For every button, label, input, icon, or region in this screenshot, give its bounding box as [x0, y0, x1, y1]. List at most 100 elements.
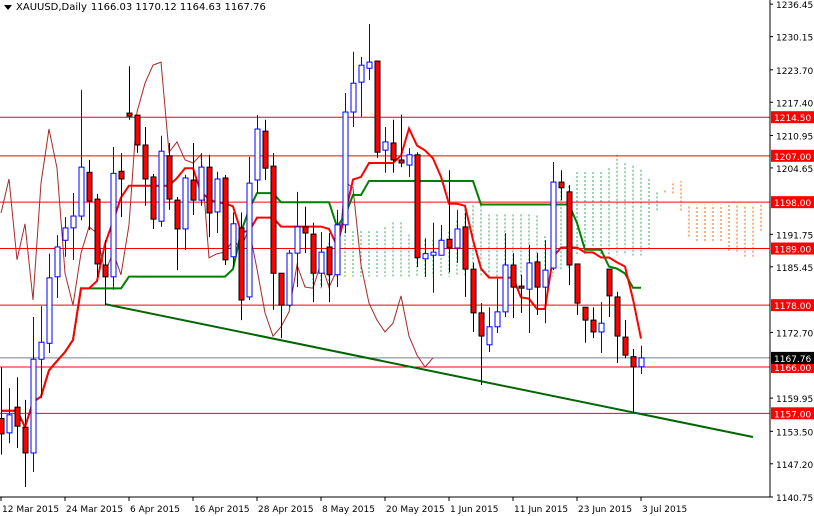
x-tick-label: 3 Jul 2015 — [642, 505, 687, 515]
bear-candle — [470, 268, 477, 314]
x-tick-label: 12 Mar 2015 — [2, 505, 59, 515]
bear-candle — [118, 170, 125, 180]
y-tick-label: 1185.45 — [776, 264, 813, 274]
bull-candle — [70, 215, 77, 229]
bear-candle — [190, 179, 197, 201]
bull-candle — [486, 326, 493, 346]
bear-candle — [174, 199, 181, 230]
price-chart[interactable]: 1214.50 1207.00 1198.00 1189.00 1178.00 1166.… — [0, 0, 814, 516]
x-tick-label: 24 Mar 2015 — [66, 505, 123, 515]
bull-candle — [62, 227, 69, 241]
bull-candle — [502, 264, 509, 313]
bear-candle — [510, 264, 517, 288]
level-label: 1207.00 — [774, 153, 811, 163]
bull-candle — [342, 111, 349, 226]
dropdown-triangle-icon[interactable] — [4, 5, 12, 10]
x-tick-label: 8 May 2015 — [322, 505, 375, 515]
bear-candle — [310, 233, 317, 274]
current-price-label: 1167.76 — [774, 355, 811, 365]
bear-candle — [166, 155, 173, 200]
bear-candle — [606, 268, 613, 297]
y-tick-label: 1159.95 — [776, 395, 813, 405]
bull-candle — [38, 341, 45, 360]
y-tick-label: 1191.75 — [776, 231, 813, 241]
bull-candle — [350, 82, 357, 113]
bull-candle — [494, 311, 501, 328]
bear-candle — [390, 142, 397, 161]
bull-candle — [46, 277, 53, 344]
bear-candle — [150, 176, 157, 220]
bear-candle — [126, 112, 133, 117]
bear-candle — [478, 312, 485, 337]
bear-candle — [102, 264, 109, 278]
axes: 1214.50 1207.00 1198.00 1189.00 1178.00 1166.… — [0, 0, 814, 515]
bear-candle — [446, 238, 453, 249]
bear-candle — [94, 198, 101, 265]
level-label: 1178.00 — [774, 302, 811, 312]
bear-candle — [374, 60, 381, 153]
bull-candle — [318, 251, 325, 274]
bear-candle — [574, 263, 581, 304]
bull-candle — [110, 172, 117, 278]
bull-candle — [422, 253, 429, 260]
bull-candle — [598, 322, 605, 333]
bull-candle — [230, 223, 237, 258]
y-tick-label: 1230.15 — [776, 34, 813, 44]
bear-candle — [14, 406, 21, 427]
ohlc-label: 1166.03 1170.12 1164.63 1167.76 — [90, 2, 266, 13]
y-tick-label: 1172.70 — [776, 329, 813, 339]
x-tick-label: 6 Apr 2015 — [130, 505, 180, 515]
level-label: 1157.00 — [774, 410, 811, 420]
level-label: 1166.00 — [774, 364, 811, 374]
trendline — [104, 303, 754, 438]
bull-candle — [198, 166, 205, 201]
y-tick-label: 1140.75 — [776, 494, 813, 504]
bull-candle — [158, 150, 165, 222]
bull-candle — [78, 166, 85, 217]
bear-candle — [22, 426, 29, 454]
x-tick-label: 16 Apr 2015 — [194, 505, 250, 515]
x-tick-label: 23 Jun 2015 — [578, 505, 632, 515]
bear-candle — [558, 181, 565, 189]
bear-candle — [614, 296, 621, 337]
chart-title: XAUUSD,Daily 1166.03 1170.12 1164.63 116… — [4, 2, 266, 13]
bear-candle — [630, 356, 637, 368]
bull-candle — [366, 61, 373, 69]
bear-candle — [566, 191, 573, 266]
bear-candle — [0, 417, 5, 435]
bear-candle — [262, 130, 269, 169]
bear-candle — [302, 226, 309, 234]
bull-candle — [638, 357, 645, 368]
bear-candle — [590, 319, 597, 333]
x-tick-label: 28 Apr 2015 — [258, 505, 314, 515]
bull-candle — [406, 154, 413, 166]
bear-candle — [326, 246, 333, 276]
bull-candle — [30, 358, 37, 454]
level-label: 1198.00 — [774, 199, 811, 209]
bear-candle — [398, 159, 405, 164]
bull-candle — [382, 141, 389, 151]
level-label: 1189.00 — [774, 246, 811, 256]
bull-candle — [358, 64, 365, 83]
candles — [0, 23, 645, 487]
bull-candle — [438, 239, 445, 256]
bull-candle — [430, 251, 437, 256]
bull-candle — [214, 178, 221, 213]
bear-candle — [238, 227, 245, 301]
bull-candle — [54, 246, 61, 278]
bear-candle — [86, 171, 93, 202]
bear-candle — [222, 177, 229, 261]
bull-candle — [294, 226, 301, 254]
x-tick-label: 11 Jun 2015 — [514, 505, 568, 515]
bull-candle — [454, 228, 461, 249]
bear-candle — [534, 261, 541, 288]
bear-candle — [622, 336, 629, 356]
bull-candle — [286, 252, 293, 306]
symbol-label: XAUUSD,Daily — [16, 2, 87, 13]
bear-candle — [270, 165, 277, 274]
bear-candle — [278, 272, 285, 306]
bear-candle — [462, 226, 469, 270]
y-tick-label: 1210.95 — [776, 132, 813, 142]
y-tick-label: 1236.45 — [776, 1, 813, 11]
x-tick-label: 1 Jun 2015 — [450, 505, 498, 515]
